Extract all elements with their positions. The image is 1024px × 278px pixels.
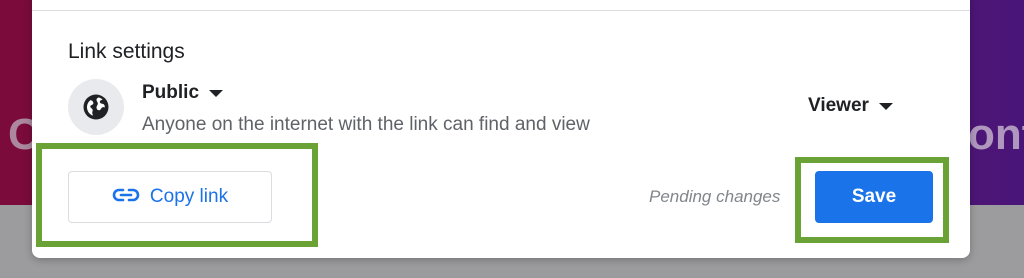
dialog-divider <box>32 10 970 11</box>
access-description: Anyone on the internet with the link can… <box>142 114 590 135</box>
copy-link-highlight-box <box>36 143 318 247</box>
background-text-right: ont <box>968 110 1024 159</box>
pending-changes-text: Pending changes <box>649 187 781 206</box>
save-highlight-box <box>795 157 949 243</box>
chevron-down-icon <box>878 102 893 110</box>
role-label: Viewer <box>808 95 869 116</box>
chevron-down-icon <box>209 89 224 97</box>
role-dropdown[interactable]: Viewer <box>808 95 893 117</box>
access-label: Public <box>142 82 200 103</box>
access-dropdown[interactable]: Public <box>142 82 224 104</box>
link-settings-title: Link settings <box>68 40 185 63</box>
globe-icon <box>68 79 124 135</box>
